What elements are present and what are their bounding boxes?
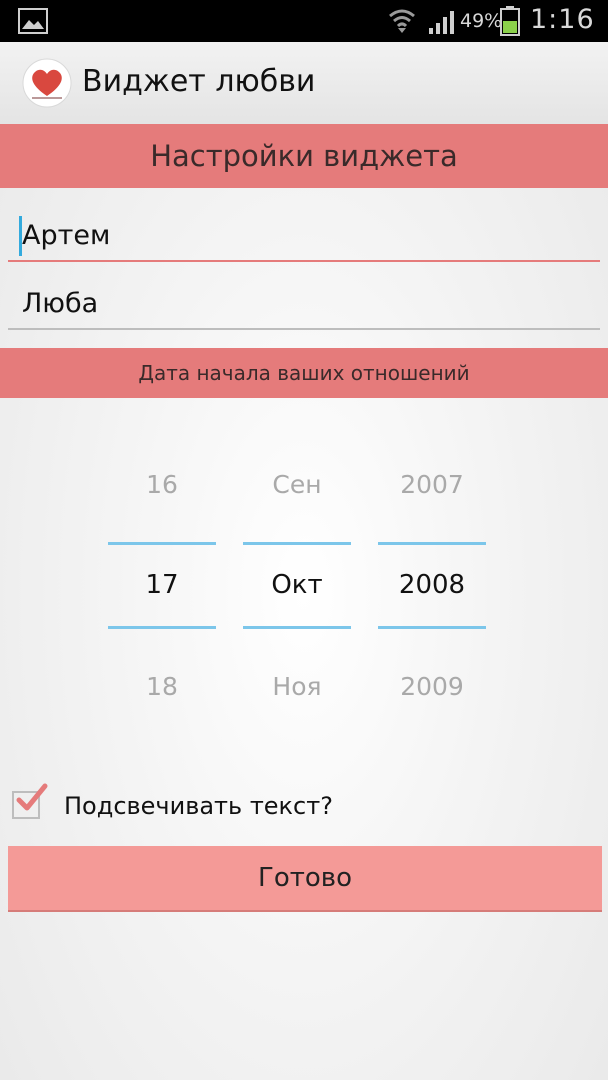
- year-picker[interactable]: 2007 2008 2009: [378, 450, 486, 730]
- settings-header: Настройки виджета: [0, 124, 608, 188]
- battery-icon: [500, 6, 520, 36]
- day-next[interactable]: 18: [108, 672, 216, 701]
- month-next[interactable]: Ноя: [243, 672, 351, 701]
- checkmark-icon: [16, 783, 48, 811]
- first-name-value: Артем: [22, 220, 111, 251]
- heart-icon[interactable]: [22, 58, 72, 108]
- year-selected[interactable]: 2008: [378, 570, 486, 600]
- first-name-underline: [8, 260, 600, 262]
- year-divider-top: [378, 542, 486, 545]
- action-bar: Виджет любви: [0, 42, 608, 125]
- month-divider-top: [243, 542, 351, 545]
- month-picker[interactable]: Сен Окт Ноя: [243, 450, 351, 730]
- month-divider-bottom: [243, 626, 351, 629]
- gallery-icon: [18, 8, 48, 34]
- date-header: Дата начала ваших отношений: [0, 348, 608, 398]
- signal-icon: [429, 11, 454, 34]
- month-selected[interactable]: Окт: [243, 570, 351, 600]
- highlight-checkbox-label: Подсвечивать текст?: [64, 792, 333, 820]
- year-prev[interactable]: 2007: [378, 470, 486, 499]
- app-title: Виджет любви: [82, 64, 316, 99]
- day-picker[interactable]: 16 17 18: [108, 450, 216, 730]
- year-next[interactable]: 2009: [378, 672, 486, 701]
- second-name-value: Люба: [22, 288, 99, 319]
- battery-percent: 49%: [460, 10, 503, 32]
- second-name-field[interactable]: Люба: [8, 280, 600, 330]
- second-name-underline: [8, 328, 600, 330]
- status-bar: 49% 1:16: [0, 0, 608, 42]
- first-name-field[interactable]: Артем: [8, 212, 600, 262]
- day-divider-bottom: [108, 626, 216, 629]
- day-divider-top: [108, 542, 216, 545]
- month-prev[interactable]: Сен: [243, 470, 351, 499]
- year-divider-bottom: [378, 626, 486, 629]
- highlight-text-option[interactable]: Подсвечивать текст?: [12, 783, 602, 824]
- day-selected[interactable]: 17: [108, 570, 216, 600]
- wifi-icon: [389, 9, 415, 33]
- day-prev[interactable]: 16: [108, 470, 216, 499]
- clock: 1:16: [530, 4, 595, 35]
- done-button[interactable]: Готово: [8, 846, 602, 912]
